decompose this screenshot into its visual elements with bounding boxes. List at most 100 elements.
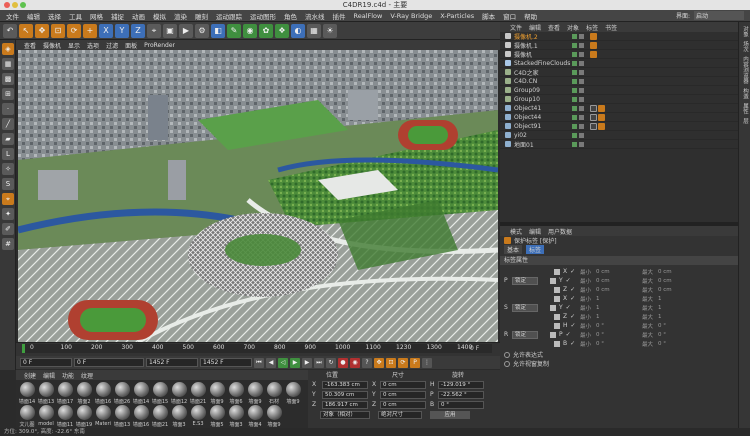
material-menu-item[interactable]: 创建: [24, 371, 36, 380]
viewport-menu-item[interactable]: 面板: [125, 41, 137, 50]
axis-check-icon[interactable]: ✓: [570, 268, 575, 275]
om-menu-item[interactable]: 文件: [510, 23, 522, 32]
protection-tag-icon[interactable]: [598, 122, 605, 130]
make-editable-icon[interactable]: ◈: [2, 43, 14, 55]
material-swatch[interactable]: 墙面15: [151, 382, 169, 404]
material-swatch[interactable]: 墙面11: [56, 405, 74, 427]
object-visibility-flags[interactable]: [572, 141, 584, 147]
axis-checkbox[interactable]: [554, 268, 560, 275]
object-visibility-flags[interactable]: [572, 114, 584, 120]
snap-icon[interactable]: S: [2, 178, 14, 190]
render-visibility-dot[interactable]: [579, 141, 584, 147]
om-menu-item[interactable]: 查看: [548, 23, 560, 32]
render-visibility-dot[interactable]: [579, 69, 584, 75]
lock-mode-select[interactable]: 锁定: [512, 303, 538, 312]
light-icon[interactable]: ☀: [323, 23, 337, 38]
loop-icon[interactable]: ↻: [326, 357, 336, 368]
material-swatch[interactable]: 墙面21: [189, 382, 207, 404]
object-visibility-flags[interactable]: [572, 60, 584, 66]
pla-key-icon[interactable]: ⋮: [422, 357, 432, 368]
tag-tab[interactable]: 标签: [526, 245, 545, 254]
editor-visibility-dot[interactable]: [572, 123, 577, 129]
editor-visibility-dot[interactable]: [572, 96, 577, 102]
material-swatch[interactable]: model: [37, 405, 55, 427]
material-swatch[interactable]: 墙面9: [265, 405, 283, 427]
lock-mode-select[interactable]: 锁定: [512, 276, 538, 285]
menu-item[interactable]: 雕刻: [195, 11, 208, 21]
right-strip-tab[interactable]: 场次: [741, 41, 749, 52]
rotation-field[interactable]: -129.019 °: [438, 380, 484, 389]
material-swatch[interactable]: 墙面13: [113, 405, 131, 427]
workplane-icon[interactable]: ⊞: [2, 88, 14, 100]
material-swatch[interactable]: 墙面14: [132, 382, 150, 404]
viewport-menu-item[interactable]: ProRender: [144, 42, 175, 49]
material-swatch[interactable]: 墙面19: [75, 405, 93, 427]
axis-check-icon[interactable]: ✓: [570, 295, 575, 302]
model-mode-icon[interactable]: ▦: [2, 58, 14, 70]
max-value-field[interactable]: 1: [658, 314, 662, 320]
size-mode-select[interactable]: 绝对尺寸: [378, 411, 422, 419]
max-value-field[interactable]: 0 cm: [658, 278, 672, 284]
axis-check-icon[interactable]: ✓: [566, 331, 571, 338]
object-visibility-flags[interactable]: [572, 51, 584, 57]
3d-viewport[interactable]: [18, 50, 498, 342]
texture-tag-icon[interactable]: [590, 113, 597, 121]
scale-tool-icon[interactable]: ⊡: [51, 23, 65, 38]
min-value-field[interactable]: 0 cm: [596, 269, 610, 275]
add-tool-icon[interactable]: +: [83, 23, 97, 38]
render-visibility-dot[interactable]: [579, 123, 584, 129]
menu-item[interactable]: 捕捉: [111, 11, 124, 21]
material-swatch[interactable]: 墙面9: [284, 382, 302, 404]
menu-item[interactable]: 插件: [333, 11, 346, 21]
cube-icon[interactable]: ◧: [211, 23, 225, 38]
allow-viewport-copy-checkbox[interactable]: [504, 360, 510, 367]
select-tool-icon[interactable]: ↖: [19, 23, 33, 38]
menu-item[interactable]: 流水线: [305, 11, 325, 21]
keyframe-selection-icon[interactable]: ?: [362, 357, 372, 368]
editor-visibility-dot[interactable]: [572, 33, 577, 39]
object-row[interactable]: Group09: [500, 86, 738, 95]
play-icon[interactable]: ▶: [290, 357, 300, 368]
max-value-field[interactable]: 0 °: [658, 341, 666, 347]
material-swatch[interactable]: E.S3: [189, 405, 207, 427]
position-field[interactable]: 50.309 cm: [322, 390, 368, 399]
move-tool-icon[interactable]: ✥: [35, 23, 49, 38]
render-visibility-dot[interactable]: [579, 51, 584, 57]
object-row[interactable]: C4D.CN: [500, 77, 738, 86]
material-swatch[interactable]: 墙面9: [246, 382, 264, 404]
min-value-field[interactable]: 0 °: [596, 323, 604, 329]
axis-checkbox[interactable]: [550, 331, 556, 338]
object-visibility-flags[interactable]: [572, 87, 584, 93]
render-visibility-dot[interactable]: [579, 87, 584, 93]
deformer-icon[interactable]: ❖: [275, 23, 289, 38]
object-row[interactable]: 地面01: [500, 140, 738, 149]
points-mode-icon[interactable]: ·: [2, 103, 14, 115]
menu-item[interactable]: 文件: [6, 11, 19, 21]
material-menu-item[interactable]: 功能: [62, 371, 74, 380]
tweak-icon[interactable]: ✧: [2, 163, 14, 175]
editor-visibility-dot[interactable]: [572, 105, 577, 111]
material-menu-item[interactable]: 纹理: [81, 371, 93, 380]
texture-tag-icon[interactable]: [590, 104, 597, 112]
om-menu-item[interactable]: 标签: [586, 23, 598, 32]
material-swatch[interactable]: 墙面9: [208, 382, 226, 404]
playhead[interactable]: [22, 344, 25, 353]
scale-key-icon[interactable]: ⊡: [386, 357, 396, 368]
min-value-field[interactable]: 0 cm: [596, 287, 610, 293]
position-field[interactable]: -163.383 cm: [322, 380, 368, 389]
axis-checkbox[interactable]: [550, 304, 556, 311]
viewport-menu-item[interactable]: 显示: [68, 41, 80, 50]
end-frame-field[interactable]: 1452 F: [146, 358, 198, 367]
prev-key-icon[interactable]: ◀: [266, 357, 276, 368]
material-swatch[interactable]: 墙面6: [227, 382, 245, 404]
coordinate-system-icon[interactable]: ⌖: [147, 23, 161, 38]
editor-visibility-dot[interactable]: [572, 51, 577, 57]
layout-selector[interactable]: 界面: 启动: [676, 11, 744, 20]
environment-icon[interactable]: ◐: [291, 23, 305, 38]
next-key-icon[interactable]: ▶: [302, 357, 312, 368]
menu-item[interactable]: 选择: [48, 11, 61, 21]
material-swatch[interactable]: Materi: [94, 405, 112, 427]
minimize-window-button[interactable]: [12, 2, 18, 8]
size-field[interactable]: 0 cm: [380, 390, 426, 399]
right-strip-tab[interactable]: 对象: [741, 26, 749, 37]
